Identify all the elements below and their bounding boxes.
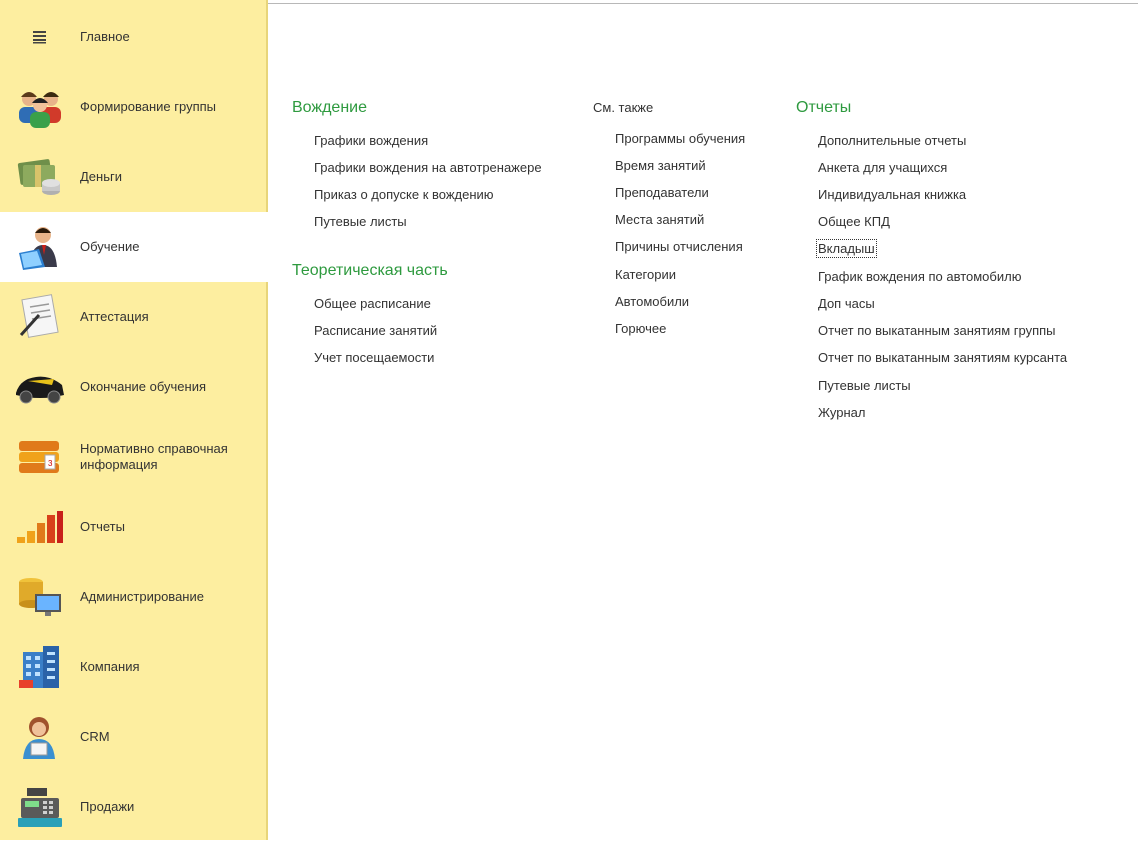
sidebar-item-group-formation[interactable]: Формирование группы <box>0 72 268 142</box>
sidebar-item-reference-info[interactable]: 3 Нормативно справочная информация <box>0 422 268 492</box>
sidebar-item-attestation[interactable]: Аттестация <box>0 282 268 352</box>
link-student-questionnaire[interactable]: Анкета для учащихся <box>818 160 947 175</box>
sidebar-item-label: Деньги <box>80 169 122 184</box>
sidebar-item-label: CRM <box>80 729 110 744</box>
cash-register-icon <box>14 781 66 833</box>
binders-icon: 3 <box>14 431 66 483</box>
link-insert-sheet[interactable]: Вкладыш <box>816 239 877 258</box>
link-cars[interactable]: Автомобили <box>615 294 689 309</box>
sidebar-item-label: Отчеты <box>80 519 125 534</box>
link-fuel[interactable]: Горючее <box>615 321 666 336</box>
sidebar-item-crm[interactable]: CRM <box>0 702 268 772</box>
sidebar-item-training[interactable]: Обучение <box>0 212 268 282</box>
sidebar-item-money[interactable]: Деньги <box>0 142 268 212</box>
sports-car-icon <box>14 361 66 413</box>
people-group-icon <box>14 81 66 133</box>
sidebar-item-label: Нормативно справочная информация <box>80 441 228 472</box>
link-class-places[interactable]: Места занятий <box>615 212 704 227</box>
link-expulsion-reasons[interactable]: Причины отчисления <box>615 239 743 254</box>
sidebar-item-label: Аттестация <box>80 309 149 324</box>
database-computer-icon <box>14 571 66 623</box>
sidebar-item-label: Компания <box>80 659 140 674</box>
sections-panel: Главное Формирование группы Деньги Обуче… <box>0 0 268 840</box>
link-attendance[interactable]: Учет посещаемости <box>314 350 434 365</box>
sidebar-item-company[interactable]: Компания <box>0 632 268 702</box>
section-title-reports: Отчеты <box>796 99 852 116</box>
sidebar-item-training-completion[interactable]: Окончание обучения <box>0 352 268 422</box>
sidebar-item-label: Администрирование <box>80 589 204 604</box>
office-building-icon <box>14 641 66 693</box>
section-title-driving: Вождение <box>292 99 367 116</box>
link-student-completed-lessons-report[interactable]: Отчет по выкатанным занятиям курсанта <box>818 350 1067 365</box>
link-extra-hours[interactable]: Доп часы <box>818 296 875 311</box>
section-title-theory: Теоретическая часть <box>292 262 448 279</box>
link-class-schedule[interactable]: Расписание занятий <box>314 323 437 338</box>
sidebar-item-label: Обучение <box>80 239 140 254</box>
link-teachers[interactable]: Преподаватели <box>615 185 709 200</box>
link-additional-reports[interactable]: Дополнительные отчеты <box>818 133 966 148</box>
link-class-times[interactable]: Время занятий <box>615 158 706 173</box>
link-categories[interactable]: Категории <box>615 267 676 282</box>
certificate-pen-icon <box>14 291 66 343</box>
bar-chart-icon <box>14 501 66 553</box>
link-waybills[interactable]: Путевые листы <box>314 214 407 229</box>
link-general-efficiency[interactable]: Общее КПД <box>818 214 890 229</box>
money-stack-icon <box>14 151 66 203</box>
link-training-programs[interactable]: Программы обучения <box>615 131 745 146</box>
sidebar-item-reports[interactable]: Отчеты <box>0 492 268 562</box>
sidebar-item-administration[interactable]: Администрирование <box>0 562 268 632</box>
link-group-completed-lessons-report[interactable]: Отчет по выкатанным занятиям группы <box>818 323 1056 338</box>
sidebar-item-label: Продажи <box>80 799 135 814</box>
top-divider <box>268 0 1138 4</box>
teacher-laptop-icon <box>14 221 66 273</box>
link-simulator-schedules[interactable]: Графики вождения на автотренажере <box>314 160 542 175</box>
link-general-schedule[interactable]: Общее расписание <box>314 296 431 311</box>
hamburger-menu-icon <box>14 11 66 63</box>
sidebar-item-label: Окончание обучения <box>80 379 207 394</box>
sidebar-item-label: Формирование группы <box>80 99 217 114</box>
link-driving-schedules[interactable]: Графики вождения <box>314 133 428 148</box>
link-driving-schedule-by-car[interactable]: График вождения по автомобилю <box>818 269 1021 284</box>
link-individual-book[interactable]: Индивидуальная книжка <box>818 187 966 202</box>
customer-woman-icon <box>14 711 66 763</box>
sidebar-item-sales[interactable]: Продажи <box>0 772 268 842</box>
link-journal[interactable]: Журнал <box>818 405 865 420</box>
sidebar-item-label: Главное <box>80 29 130 44</box>
sidebar-item-main[interactable]: Главное <box>0 2 268 72</box>
link-driving-admission-order[interactable]: Приказ о допуске к вождению <box>314 187 494 202</box>
section-title-see-also: См. также <box>593 100 654 115</box>
svg-text:3: 3 <box>48 459 53 468</box>
link-waybills-report[interactable]: Путевые листы <box>818 378 911 393</box>
